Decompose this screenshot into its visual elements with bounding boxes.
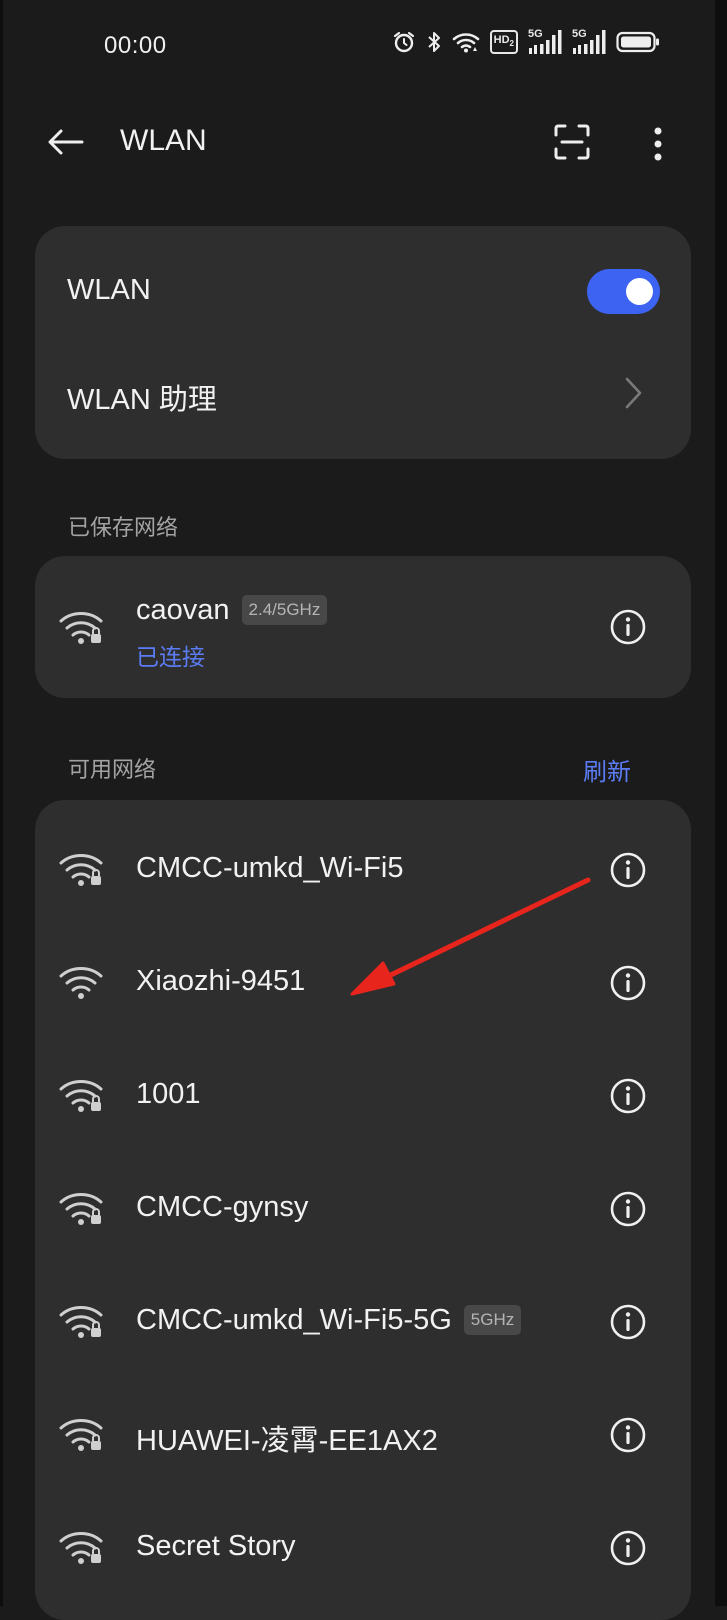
connection-status: 已连接: [136, 644, 205, 670]
info-icon[interactable]: [609, 1303, 647, 1341]
network-row-1001[interactable]: 1001: [35, 1040, 691, 1153]
wifi-locked-icon: [59, 1306, 103, 1338]
battery-icon: [616, 31, 660, 53]
refresh-button[interactable]: 刷新: [583, 752, 631, 787]
wlan-assistant-row[interactable]: WLAN 助理: [35, 344, 691, 454]
wifi-status-icon: [452, 31, 480, 53]
wlan-assistant-label: WLAN 助理: [67, 384, 217, 416]
network-name: 1001: [136, 1078, 201, 1110]
toggle-knob: [626, 278, 653, 305]
info-icon[interactable]: [609, 608, 647, 646]
chevron-right-icon: [625, 377, 642, 409]
info-icon[interactable]: [609, 1190, 647, 1228]
info-icon[interactable]: [609, 1416, 647, 1454]
scan-button[interactable]: [552, 122, 596, 166]
more-vertical-icon: [654, 127, 662, 161]
network-row-secret-story[interactable]: Secret Story: [35, 1492, 691, 1605]
network-name: CMCC-umkd_Wi-Fi5-5G 5GHz: [136, 1304, 522, 1337]
more-options-button[interactable]: [636, 122, 680, 166]
wifi-open-icon: [59, 967, 103, 999]
saved-networks-label: 已保存网络: [68, 515, 179, 540]
network-row-cmcc-gynsy[interactable]: CMCC-gynsy: [35, 1153, 691, 1266]
wifi-locked-icon: [59, 1193, 103, 1225]
wifi-locked-icon: [59, 612, 103, 644]
status-time: 00:00: [104, 32, 167, 59]
wifi-locked-icon: [59, 1532, 103, 1564]
wifi-locked-icon: [59, 854, 103, 886]
info-icon[interactable]: [609, 851, 647, 889]
back-button[interactable]: [44, 120, 88, 164]
saved-network-row[interactable]: caovan 2.4/5GHz 已连接: [35, 556, 691, 698]
band-tag: 5GHz: [463, 1305, 522, 1335]
wlan-toggle-label: WLAN: [67, 274, 151, 306]
page-title: WLAN: [120, 124, 207, 157]
available-networks-label: 可用网络: [68, 757, 157, 782]
network-row-huawei[interactable]: HUAWEI-凌霄-EE1AX2: [35, 1379, 691, 1492]
network-row-xiaozhi[interactable]: Xiaozhi-9451: [35, 927, 691, 1040]
app-header: WLAN: [0, 92, 715, 196]
status-bar: 00:00 HD2 5G 5G: [0, 0, 715, 92]
info-icon[interactable]: [609, 1077, 647, 1115]
5g-signal-icon-2: 5G: [572, 28, 606, 55]
back-arrow-icon: [48, 129, 84, 155]
network-name: caovan 2.4/5GHz: [136, 594, 328, 627]
network-name: Secret Story: [136, 1530, 296, 1562]
network-name: HUAWEI-凌霄-EE1AX2: [136, 1425, 438, 1457]
info-icon[interactable]: [609, 964, 647, 1002]
band-tag: 2.4/5GHz: [241, 595, 328, 625]
alarm-icon: [392, 30, 416, 54]
network-name: Xiaozhi-9451: [136, 965, 306, 997]
5g-signal-icon: 5G: [528, 28, 562, 55]
hd-voice-icon: HD2: [489, 30, 518, 55]
status-icons: HD2 5G 5G: [392, 28, 660, 55]
network-row-cmcc-umkd-5g[interactable]: CMCC-umkd_Wi-Fi5-5G 5GHz: [35, 1266, 691, 1379]
saved-networks-card: caovan 2.4/5GHz 已连接: [35, 556, 691, 698]
scan-icon: [554, 124, 590, 160]
wlan-settings-card: WLAN WLAN 助理: [35, 226, 691, 459]
network-name: CMCC-umkd_Wi-Fi5: [136, 852, 404, 884]
frame-edge-right: [715, 0, 727, 1606]
wifi-locked-icon: [59, 1080, 103, 1112]
available-networks-card: CMCC-umkd_Wi-Fi5 Xiaozhi-9451 1001 CMCC-…: [35, 800, 691, 1620]
frame-edge-left: [0, 0, 3, 1606]
wifi-locked-icon: [59, 1419, 103, 1451]
network-name: CMCC-gynsy: [136, 1191, 309, 1223]
wlan-toggle-switch[interactable]: [587, 269, 660, 314]
bluetooth-icon: [426, 30, 442, 54]
network-row-cmcc-umkd[interactable]: CMCC-umkd_Wi-Fi5: [35, 814, 691, 927]
info-icon[interactable]: [609, 1529, 647, 1567]
